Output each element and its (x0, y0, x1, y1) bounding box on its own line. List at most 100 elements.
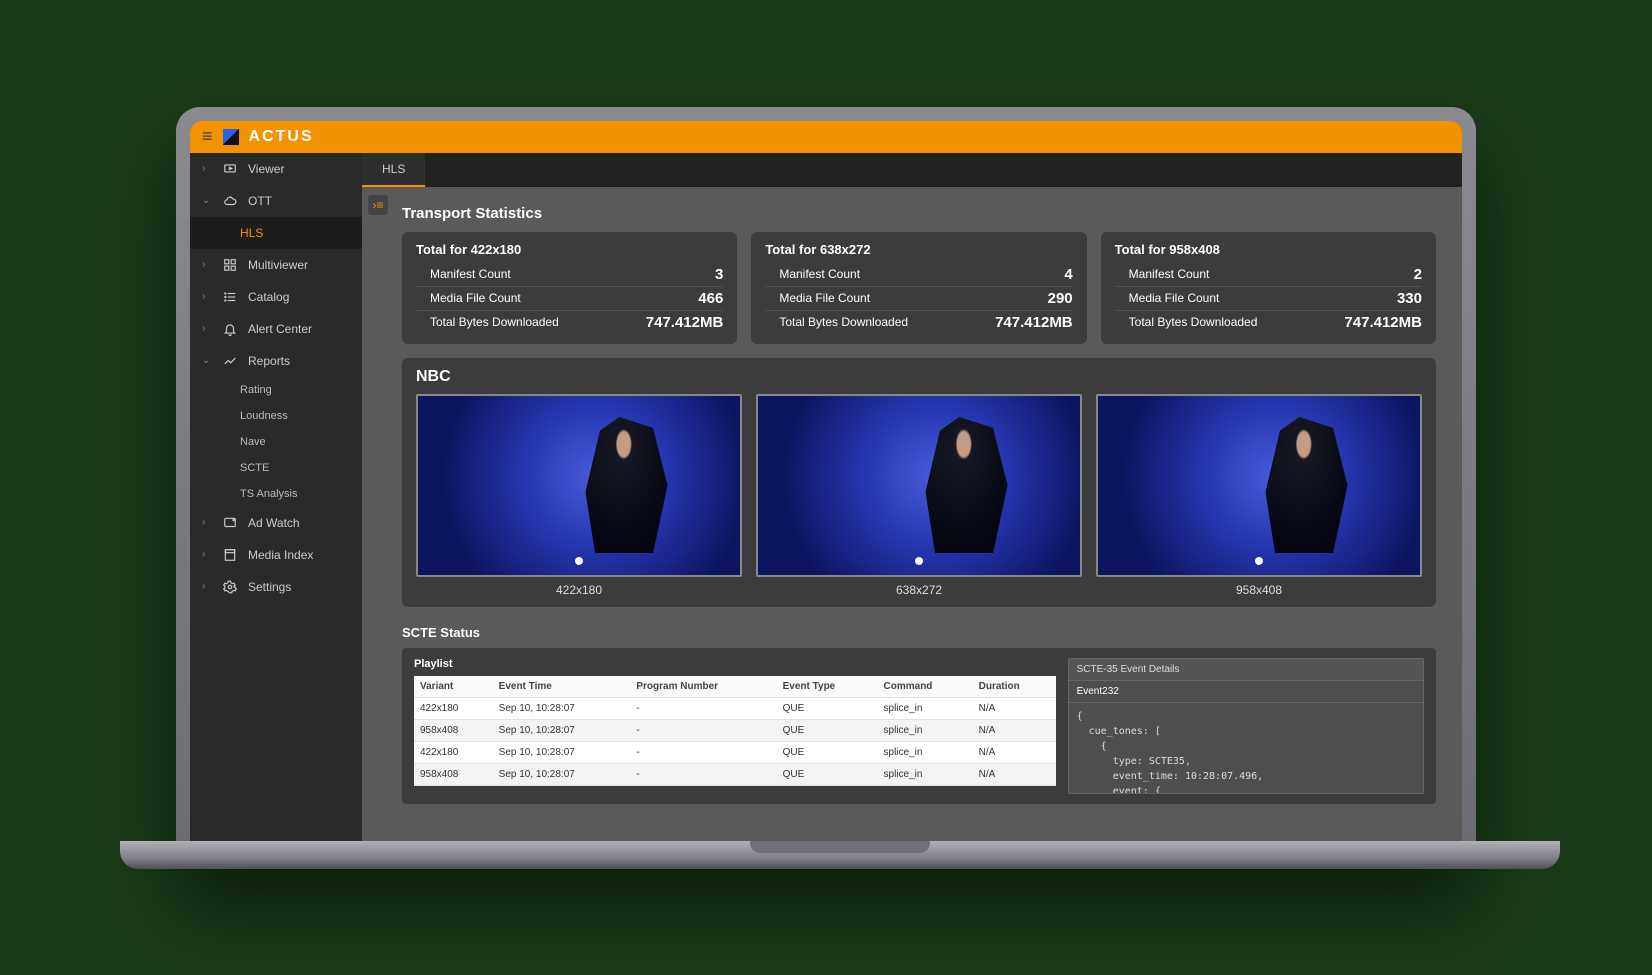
laptop-screen: ≡ ACTUS › Viewer ⌄ OTT (190, 121, 1462, 841)
stat-card-heading: Total for 638x272 (765, 242, 1072, 257)
sidebar-label: OTT (248, 194, 272, 208)
brand-name: ACTUS (249, 128, 314, 146)
sidebar-item-media-index[interactable]: › Media Index (190, 539, 362, 571)
chevron-right-icon: › (202, 291, 212, 302)
content: ›≡ Transport Statistics Total for 422x18… (362, 187, 1462, 841)
details-column: SCTE-35 Event Details Event232 { cue_ton… (1068, 658, 1424, 794)
thumb-label: 638x272 (896, 583, 942, 597)
thumbs-row: 422x180 638x272 958x408 (416, 394, 1422, 597)
details-code[interactable]: { cue_tones: [ { type: SCTE35, event_tim… (1069, 703, 1423, 793)
sidebar-label: Ad Watch (248, 516, 300, 530)
grid-icon (222, 258, 238, 272)
sidebar-sub-scte[interactable]: SCTE (190, 455, 362, 481)
col-event-type: Event Type (777, 676, 878, 698)
sidebar-item-multiviewer[interactable]: › Multiviewer (190, 249, 362, 281)
transport-statistics-title: Transport Statistics (402, 205, 1436, 222)
sidebar-label: Multiviewer (248, 258, 308, 272)
scte-section: SCTE Status Playlist Variant Event Time … (402, 625, 1436, 804)
sidebar-label: Media Index (248, 548, 313, 562)
laptop-base (120, 841, 1560, 869)
channel-name: NBC (416, 368, 1422, 386)
playlist-label: Playlist (414, 658, 1056, 670)
video-thumbnail[interactable] (1096, 394, 1422, 577)
scte-details-box: SCTE-35 Event Details Event232 { cue_ton… (1068, 658, 1424, 794)
video-thumbnail[interactable] (756, 394, 1082, 577)
sidebar-label: Settings (248, 580, 291, 594)
cloud-icon (222, 194, 238, 208)
chevron-right-icon: › (202, 549, 212, 560)
main: HLS ›≡ Transport Statistics Total for 42… (362, 153, 1462, 841)
sidebar-label: Viewer (248, 162, 284, 176)
col-variant: Variant (414, 676, 493, 698)
sidebar-sub-ts-analysis[interactable]: TS Analysis (190, 481, 362, 507)
col-duration: Duration (973, 676, 1056, 698)
col-command: Command (878, 676, 973, 698)
chevron-right-icon: › (202, 323, 212, 334)
list-icon (222, 290, 238, 304)
table-header-row: Variant Event Time Program Number Event … (414, 676, 1056, 698)
chevron-down-icon: ⌄ (202, 355, 212, 366)
playlist-table: Variant Event Time Program Number Event … (414, 676, 1056, 786)
channel-card: NBC 422x180 638x272 (402, 358, 1436, 607)
stat-card-heading: Total for 958x408 (1115, 242, 1422, 257)
thumb-label: 958x408 (1236, 583, 1282, 597)
col-event-time: Event Time (493, 676, 631, 698)
hamburger-icon[interactable]: ≡ (202, 126, 213, 147)
sidebar-item-catalog[interactable]: › Catalog (190, 281, 362, 313)
chart-icon (222, 354, 238, 368)
sidebar-sub-rating[interactable]: Rating (190, 377, 362, 403)
bell-icon (222, 322, 238, 336)
thumb-wrap: 958x408 (1096, 394, 1422, 597)
sidebar-sub-nave[interactable]: Nave (190, 429, 362, 455)
app-root: ≡ ACTUS › Viewer ⌄ OTT (190, 121, 1462, 841)
video-thumbnail[interactable] (416, 394, 742, 577)
table-row[interactable]: 958x408Sep 10, 10:28:07-QUEsplice_inN/A (414, 719, 1056, 741)
chevron-right-icon: › (202, 581, 212, 592)
thumb-wrap: 422x180 (416, 394, 742, 597)
table-row[interactable]: 422x180Sep 10, 10:28:07-QUEsplice_inN/A (414, 697, 1056, 719)
media-index-icon (222, 548, 238, 562)
sidebar-item-reports[interactable]: ⌄ Reports (190, 345, 362, 377)
playlist-column: Playlist Variant Event Time Program Numb… (414, 658, 1056, 794)
logo-mark-icon (223, 129, 239, 145)
sidebar: › Viewer ⌄ OTT HLS › Mu (190, 153, 362, 841)
stat-card-422x180: Total for 422x180 Manifest Count3 Media … (402, 232, 737, 344)
topbar: ≡ ACTUS (190, 121, 1462, 153)
sidebar-item-ad-watch[interactable]: › Ad Watch (190, 507, 362, 539)
chevron-right-icon: › (202, 517, 212, 528)
tabbar: HLS (362, 153, 1462, 187)
stat-card-heading: Total for 422x180 (416, 242, 723, 257)
sidebar-label: Reports (248, 354, 290, 368)
sidebar-sub-loudness[interactable]: Loudness (190, 403, 362, 429)
chevron-right-icon: › (202, 259, 212, 270)
collapse-sidebar-button[interactable]: ›≡ (368, 195, 388, 215)
sidebar-label: Alert Center (248, 322, 312, 336)
thumb-wrap: 638x272 (756, 394, 1082, 597)
sidebar-item-ott[interactable]: ⌄ OTT (190, 185, 362, 217)
sidebar-item-viewer[interactable]: › Viewer (190, 153, 362, 185)
sidebar-label: HLS (240, 226, 263, 240)
table-row[interactable]: 422x180Sep 10, 10:28:07-QUEsplice_inN/A (414, 741, 1056, 763)
table-row[interactable]: 958x408Sep 10, 10:28:07-QUEsplice_inN/A (414, 763, 1056, 785)
ad-icon (222, 516, 238, 530)
chevron-right-icon: › (202, 163, 212, 174)
sidebar-item-settings[interactable]: › Settings (190, 571, 362, 603)
gear-icon (222, 580, 238, 594)
chevron-down-icon: ⌄ (202, 195, 212, 206)
laptop-frame: ≡ ACTUS › Viewer ⌄ OTT (176, 107, 1476, 869)
thumb-label: 422x180 (556, 583, 602, 597)
col-program-number: Program Number (630, 676, 776, 698)
sidebar-item-hls[interactable]: HLS (190, 217, 362, 249)
laptop-notch (750, 841, 930, 853)
tab-hls[interactable]: HLS (362, 153, 425, 187)
stat-card-638x272: Total for 638x272 Manifest Count4 Media … (751, 232, 1086, 344)
stat-card-958x408: Total for 958x408 Manifest Count2 Media … (1101, 232, 1436, 344)
scte-status-title: SCTE Status (402, 625, 1436, 640)
viewer-icon (222, 162, 238, 176)
stats-row: Total for 422x180 Manifest Count3 Media … (402, 232, 1436, 344)
scte-panel: Playlist Variant Event Time Program Numb… (402, 648, 1436, 804)
details-header: SCTE-35 Event Details (1069, 659, 1423, 681)
body-row: › Viewer ⌄ OTT HLS › Mu (190, 153, 1462, 841)
sidebar-item-alert-center[interactable]: › Alert Center (190, 313, 362, 345)
details-event-name: Event232 (1069, 681, 1423, 703)
